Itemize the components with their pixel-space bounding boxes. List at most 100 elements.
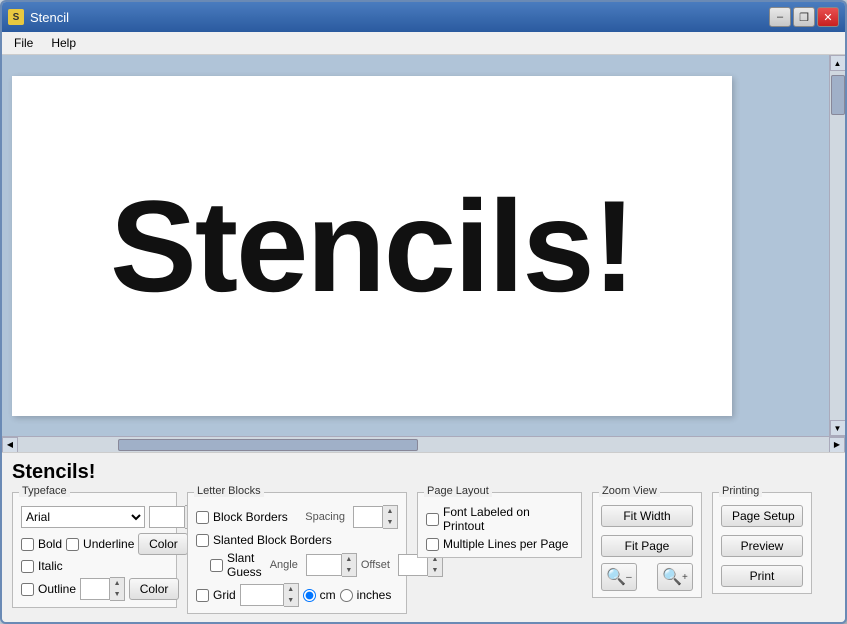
- angle-spin: 0.0 ▲ ▼: [306, 553, 357, 577]
- scroll-thumb-vertical[interactable]: [831, 75, 845, 115]
- scroll-up-button[interactable]: ▲: [830, 55, 846, 71]
- cm-radio[interactable]: [303, 589, 316, 602]
- window-title: Stencil: [30, 10, 69, 25]
- angle-spin-buttons: ▲ ▼: [342, 553, 357, 577]
- block-borders-checkbox[interactable]: [196, 511, 209, 524]
- outline-checkbox[interactable]: [21, 583, 34, 596]
- canvas-area: Stencils! ▲ ▼: [2, 55, 845, 436]
- underline-label: Underline: [83, 537, 134, 551]
- slanted-borders-label: Slanted Block Borders: [213, 533, 332, 547]
- font-row: Arial Times New Roman Verdana 128 ▲ ▼: [21, 505, 168, 601]
- typeface-group-title: Typeface: [19, 485, 70, 497]
- printing-content: Page Setup Preview Print: [721, 505, 803, 587]
- cm-label: cm: [320, 588, 336, 602]
- zoom-view-title: Zoom View: [599, 485, 660, 497]
- page-setup-button[interactable]: Page Setup: [721, 505, 803, 527]
- italic-row: Italic: [21, 559, 168, 573]
- font-labeled-row: Font Labeled on Printout: [426, 505, 573, 533]
- scroll-track-horizontal: [18, 438, 829, 452]
- font-labeled-label: Font Labeled on Printout: [443, 505, 573, 533]
- title-bar-left: S Stencil: [8, 9, 69, 25]
- zoom-buttons-row: 🔍– 🔍+: [601, 563, 693, 591]
- underline-checkbox[interactable]: [66, 538, 79, 551]
- vertical-scrollbar[interactable]: ▲ ▼: [829, 55, 845, 436]
- spacing-down-button[interactable]: ▼: [383, 517, 397, 528]
- outline-value-input[interactable]: 1: [80, 578, 110, 600]
- slanted-borders-checkbox[interactable]: [196, 534, 209, 547]
- preview-title: Stencils!: [12, 461, 835, 484]
- spacing-input[interactable]: 0: [353, 506, 383, 528]
- outline-color-button[interactable]: Color: [129, 578, 179, 600]
- outline-row: Outline 1 ▲ ▼ Color: [21, 577, 168, 601]
- font-labeled-checkbox[interactable]: [426, 513, 439, 526]
- spacing-spin-buttons: ▲ ▼: [383, 505, 398, 529]
- offset-label: Offset: [361, 559, 390, 571]
- letter-blocks-content: Block Borders Spacing 0 ▲ ▼: [196, 505, 398, 607]
- bottom-controls: Stencils! Typeface Arial Times New Roman…: [2, 452, 845, 622]
- italic-label: Italic: [38, 559, 63, 573]
- grid-up-button[interactable]: ▲: [284, 584, 298, 595]
- block-borders-row: Block Borders Spacing 0 ▲ ▼: [196, 505, 398, 529]
- menu-help[interactable]: Help: [43, 34, 84, 52]
- bold-checkbox[interactable]: [21, 538, 34, 551]
- typeface-group: Typeface Arial Times New Roman Verdana 1…: [12, 492, 177, 608]
- printing-title: Printing: [719, 485, 762, 497]
- app-icon: S: [8, 9, 24, 25]
- block-borders-label: Block Borders: [213, 510, 288, 524]
- zoom-in-button[interactable]: 🔍+: [657, 563, 693, 591]
- minimize-button[interactable]: –: [769, 7, 791, 27]
- font-select[interactable]: Arial Times New Roman Verdana: [21, 506, 145, 528]
- spacing-up-button[interactable]: ▲: [383, 506, 397, 517]
- spacing-spin: 0 ▲ ▼: [353, 505, 398, 529]
- horizontal-scrollbar[interactable]: ◀ ▶: [2, 436, 845, 452]
- scroll-left-button[interactable]: ◀: [2, 437, 18, 453]
- zoom-content: Fit Width Fit Page 🔍– 🔍+: [601, 505, 693, 591]
- restore-button[interactable]: ❐: [793, 7, 815, 27]
- fit-page-button[interactable]: Fit Page: [601, 535, 693, 557]
- outline-label: Outline: [38, 582, 76, 596]
- outline-spin: 1 ▲ ▼: [80, 577, 125, 601]
- page-layout-content: Font Labeled on Printout Multiple Lines …: [426, 505, 573, 551]
- title-bar: S Stencil – ❐ ✕: [2, 2, 845, 32]
- multiple-lines-label: Multiple Lines per Page: [443, 537, 568, 551]
- close-button[interactable]: ✕: [817, 7, 839, 27]
- color-button[interactable]: Color: [138, 533, 188, 555]
- angle-up-button[interactable]: ▲: [342, 554, 356, 565]
- grid-checkbox[interactable]: [196, 589, 209, 602]
- letter-blocks-title: Letter Blocks: [194, 485, 264, 497]
- fit-width-button[interactable]: Fit Width: [601, 505, 693, 527]
- grid-spin-buttons: ▲ ▼: [284, 583, 299, 607]
- page: Stencils!: [12, 76, 732, 416]
- page-layout-group: Page Layout Font Labeled on Printout Mul…: [417, 492, 582, 558]
- scroll-right-button[interactable]: ▶: [829, 437, 845, 453]
- print-button[interactable]: Print: [721, 565, 803, 587]
- inches-label: inches: [357, 588, 392, 602]
- slant-guess-label: Slant Guess: [227, 551, 262, 579]
- menu-file[interactable]: File: [6, 34, 41, 52]
- page-layout-title: Page Layout: [424, 485, 492, 497]
- multiple-lines-checkbox[interactable]: [426, 538, 439, 551]
- outline-up-button[interactable]: ▲: [110, 578, 124, 589]
- grid-down-button[interactable]: ▼: [284, 595, 298, 606]
- bold-underline-row: Bold Underline Color: [21, 533, 168, 555]
- scroll-down-button[interactable]: ▼: [830, 420, 846, 436]
- zoom-out-button[interactable]: 🔍–: [601, 563, 637, 591]
- angle-down-button[interactable]: ▼: [342, 565, 356, 576]
- printing-group: Printing Page Setup Preview Print: [712, 492, 812, 594]
- font-size-input[interactable]: 128: [149, 506, 185, 528]
- scroll-thumb-horizontal[interactable]: [118, 439, 418, 451]
- stencil-preview-text: Stencils!: [110, 171, 634, 321]
- multiple-lines-row: Multiple Lines per Page: [426, 537, 573, 551]
- angle-input[interactable]: 0.0: [306, 554, 342, 576]
- controls-row: Typeface Arial Times New Roman Verdana 1…: [12, 492, 835, 614]
- angle-label: Angle: [270, 559, 298, 571]
- slant-guess-row: Slant Guess Angle 0.0 ▲ ▼ Offset 0: [210, 551, 398, 579]
- outline-spin-buttons: ▲ ▼: [110, 577, 125, 601]
- offset-down-button[interactable]: ▼: [428, 565, 442, 576]
- grid-input[interactable]: 1.000: [240, 584, 284, 606]
- inches-radio[interactable]: [340, 589, 353, 602]
- outline-down-button[interactable]: ▼: [110, 589, 124, 600]
- preview-button[interactable]: Preview: [721, 535, 803, 557]
- italic-checkbox[interactable]: [21, 560, 34, 573]
- slant-guess-checkbox[interactable]: [210, 559, 223, 572]
